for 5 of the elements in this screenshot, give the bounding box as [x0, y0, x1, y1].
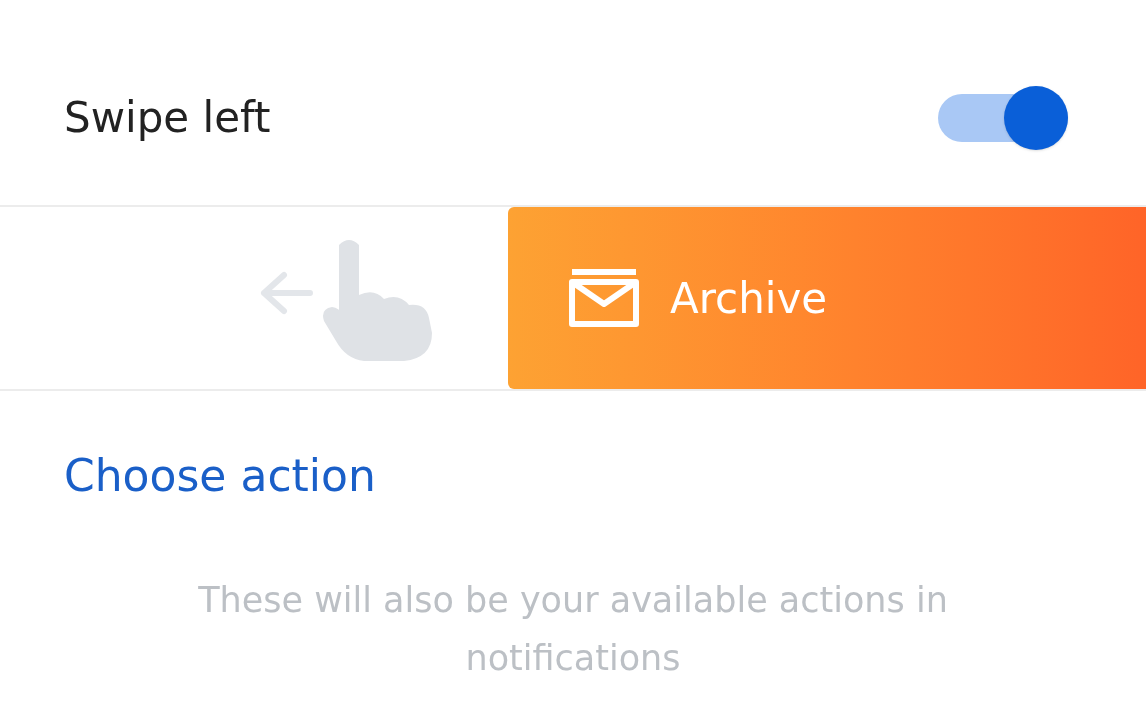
setting-label: Swipe left: [64, 92, 271, 144]
choose-action-link[interactable]: Choose action: [64, 450, 376, 501]
note-text: These will also be your available actions in notifications: [197, 579, 949, 680]
archive-icon: [568, 268, 640, 328]
archive-label: Archive: [670, 272, 828, 325]
